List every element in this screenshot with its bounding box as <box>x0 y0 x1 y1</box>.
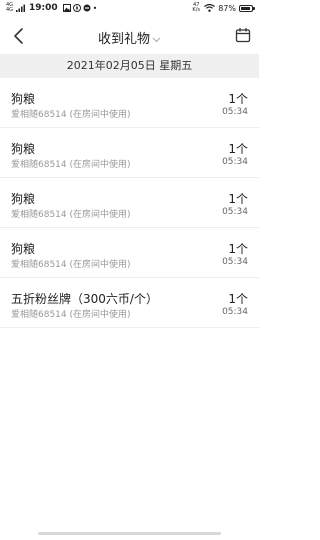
do-not-disturb-icon <box>83 4 91 12</box>
gift-quantity: 1个 <box>228 292 248 306</box>
gift-sender: 爱相随68514 (在房间中使用) <box>11 310 131 320</box>
page-title: 收到礼物 <box>97 32 150 47</box>
battery-icon <box>239 4 255 12</box>
network-speed: 47 K/s <box>191 3 201 13</box>
signal-icon <box>16 4 25 12</box>
gift-name: 狗粮 <box>11 142 36 156</box>
network-type-bottom: 4G <box>6 7 14 13</box>
gift-row[interactable]: 狗粮 爱相随68514 (在房间中使用) 1个 05:34 <box>0 78 259 128</box>
gift-name: 狗粮 <box>11 242 36 256</box>
network-indicator: 4G 4G <box>6 3 14 13</box>
gift-row[interactable]: 五折粉丝牌（300六币/个） 爱相随68514 (在房间中使用) 1个 05:3… <box>0 278 259 328</box>
date-header: 2021年02月05日 星期五 <box>0 54 259 78</box>
status-time: 19:00 <box>29 3 58 13</box>
gift-quantity: 1个 <box>228 242 248 256</box>
more-dot-icon: • <box>92 3 98 13</box>
gift-list: 狗粮 爱相随68514 (在房间中使用) 1个 05:34 狗粮 爱相随6851… <box>0 78 259 328</box>
gift-quantity: 1个 <box>228 92 248 106</box>
gift-time: 05:34 <box>222 157 248 167</box>
gift-name: 狗粮 <box>11 192 36 206</box>
gift-name: 狗粮 <box>11 92 36 106</box>
gift-sender: 爱相随68514 (在房间中使用) <box>11 210 131 220</box>
gift-time: 05:34 <box>222 307 248 317</box>
gift-time: 05:34 <box>222 207 248 217</box>
gift-row[interactable]: 狗粮 爱相随68514 (在房间中使用) 1个 05:34 <box>0 178 259 228</box>
home-indicator[interactable] <box>38 532 221 535</box>
page-title-dropdown[interactable]: 收到礼物 <box>0 28 259 47</box>
battery-percent: 87% <box>218 3 236 13</box>
nav-bar: 收到礼物 <box>0 18 259 54</box>
gift-sender: 爱相随68514 (在房间中使用) <box>11 110 131 120</box>
image-notification-icon <box>62 4 71 12</box>
chevron-down-icon <box>152 37 161 42</box>
compass-icon <box>72 4 81 12</box>
gift-sender: 爱相随68514 (在房间中使用) <box>11 260 131 270</box>
wifi-icon <box>204 4 216 12</box>
gift-sender: 爱相随68514 (在房间中使用) <box>11 160 131 170</box>
gift-row[interactable]: 狗粮 爱相随68514 (在房间中使用) 1个 05:34 <box>0 228 259 278</box>
gift-row[interactable]: 狗粮 爱相随68514 (在房间中使用) 1个 05:34 <box>0 128 259 178</box>
gift-quantity: 1个 <box>228 142 248 156</box>
status-bar: 4G 4G 19:00 • 47 K/s 87% <box>0 0 259 18</box>
calendar-icon[interactable] <box>235 27 251 43</box>
gift-quantity: 1个 <box>228 192 248 206</box>
gift-name: 五折粉丝牌（300六币/个） <box>11 292 158 306</box>
gift-time: 05:34 <box>222 107 248 117</box>
gift-time: 05:34 <box>222 257 248 267</box>
battery-level <box>241 6 250 10</box>
speed-unit: K/s <box>192 7 200 13</box>
